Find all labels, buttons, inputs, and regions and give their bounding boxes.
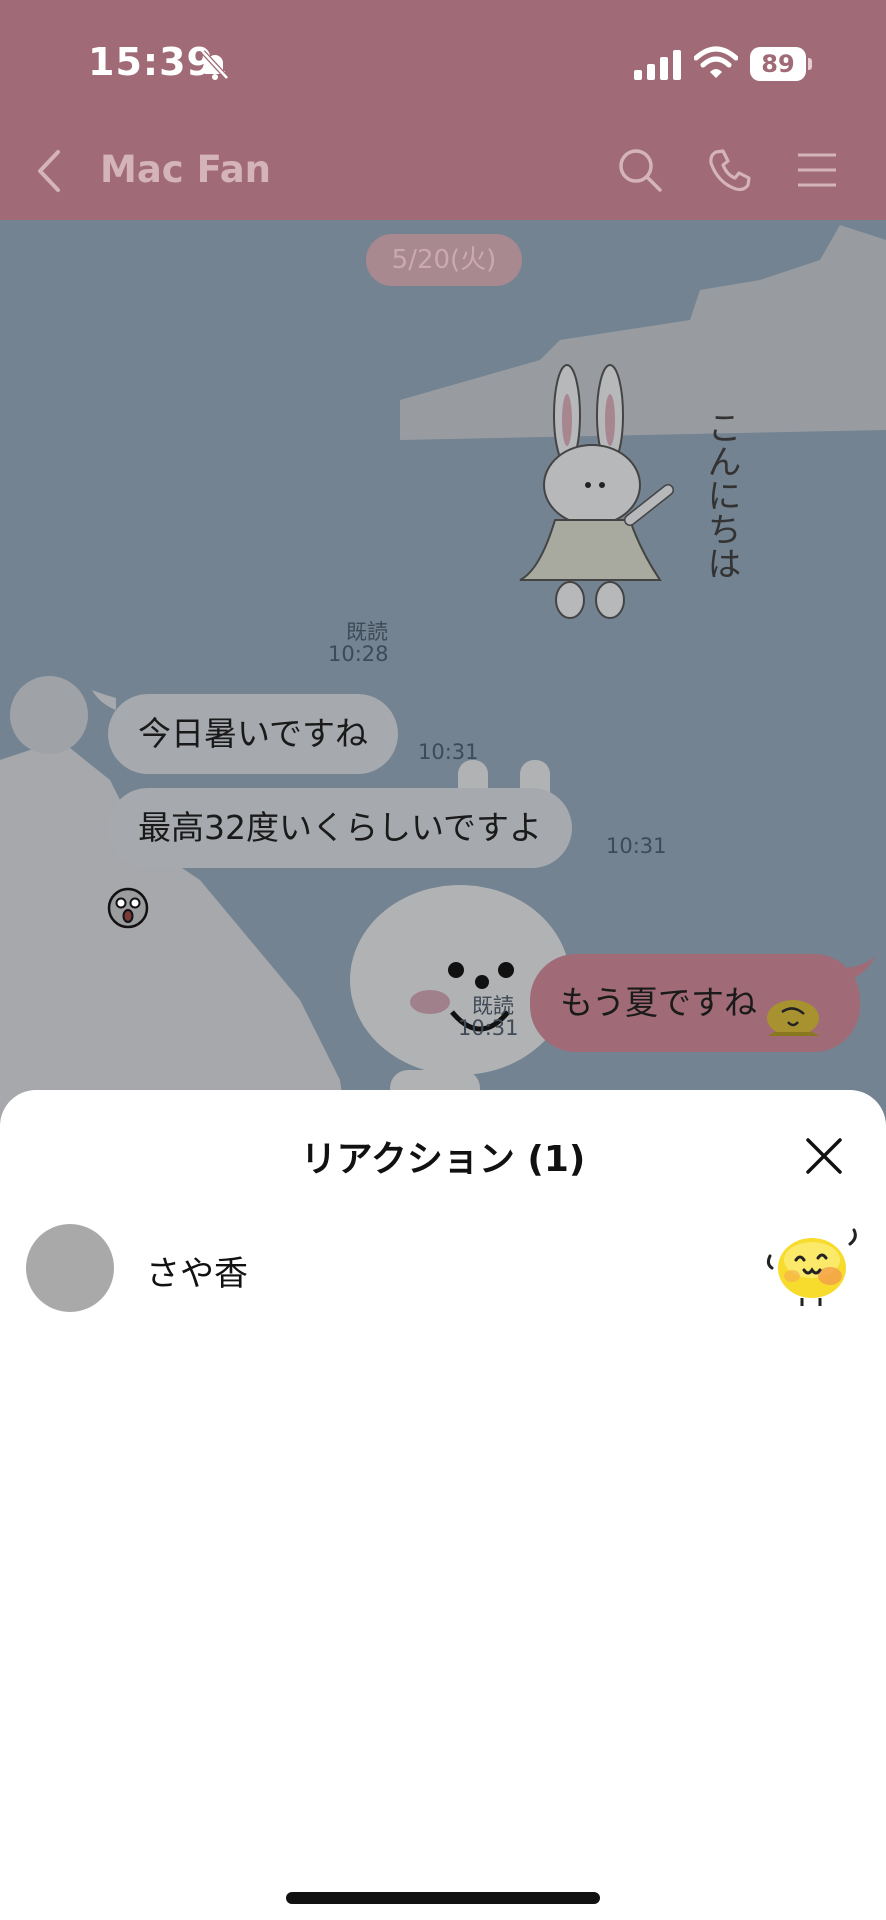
wifi-icon — [694, 46, 738, 78]
close-icon[interactable] — [800, 1132, 848, 1180]
message-time: 10:31 — [606, 834, 667, 858]
message-time: 10:31 — [418, 740, 479, 764]
friend-avatar[interactable] — [10, 676, 88, 754]
battery-level: 89 — [750, 47, 806, 81]
phone-call-icon[interactable] — [706, 146, 754, 194]
reaction-sheet-title: リアクション (1) — [300, 1139, 586, 1180]
yellow-blob-sticker-icon — [766, 1228, 857, 1306]
bell-slash-icon — [201, 50, 229, 80]
reactor-name: さや香 — [146, 1254, 248, 1294]
menu-icon[interactable] — [796, 152, 838, 188]
home-indicator[interactable] — [286, 1892, 600, 1904]
reactor-list-item[interactable]: さや香 — [0, 1210, 886, 1320]
chat-title: Mac Fan — [100, 148, 272, 191]
search-icon[interactable] — [616, 146, 664, 194]
sticker-caption: こんにちは — [701, 410, 741, 580]
chat-header: 15:39 89 Mac Fan — [0, 0, 886, 220]
yellow-blob-reaction-icon[interactable] — [760, 988, 826, 1038]
battery-tip — [808, 58, 812, 70]
avatar[interactable] — [26, 1224, 114, 1312]
incoming-message-bubble[interactable]: 今日暑いですね — [108, 694, 399, 774]
incoming-message-bubble[interactable]: 最高32度いくらしいですよ — [108, 788, 573, 868]
back-chevron-icon[interactable] — [30, 146, 70, 196]
message-time: 10:28 — [328, 642, 389, 666]
battery-indicator: 89 — [750, 47, 812, 81]
reaction-sheet: リアクション (1) さや香 — [0, 1090, 886, 1920]
chat-message-area[interactable]: 5/20(火) こんにちは 既読 10:28 今日暑いですね 10:31 最高3… — [0, 220, 886, 1220]
message-time: 10:31 — [458, 1016, 519, 1040]
date-separator: 5/20(火) — [366, 234, 522, 286]
surprised-face-reaction-icon[interactable] — [106, 886, 150, 930]
cellular-signal-icon — [634, 50, 681, 80]
bubble-tail — [92, 690, 116, 710]
status-time: 15:39 — [88, 40, 214, 84]
